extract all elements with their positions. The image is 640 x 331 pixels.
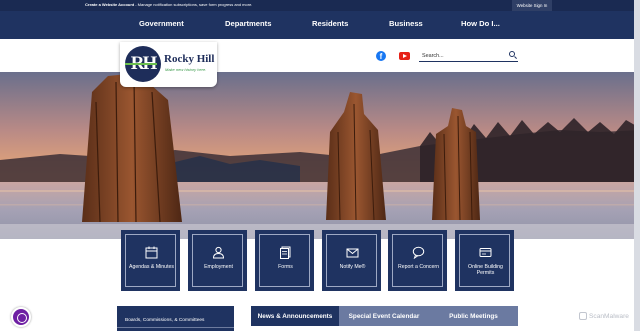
- quick-link-notify-me[interactable]: Notify Me®: [322, 230, 381, 291]
- search-box: [419, 49, 518, 62]
- logo-accent-stripe: [125, 63, 157, 65]
- scan-malware-badge[interactable]: ScanMalware: [589, 313, 629, 320]
- quick-link-building-permits[interactable]: Online Building Permits: [455, 230, 514, 291]
- logo-tagline: Make new history here.: [165, 67, 207, 72]
- tab-special-event-calendar[interactable]: Special Event Calendar: [339, 306, 429, 326]
- nav-item-residents[interactable]: Residents: [312, 19, 348, 28]
- quick-link-frame: Notify Me®: [326, 234, 377, 287]
- quick-link-frame: Agendas & Minutes: [125, 234, 176, 287]
- quick-link-frame: Employment: [192, 234, 243, 287]
- site-header: [0, 39, 640, 72]
- quick-link-report-concern[interactable]: Report a Concern: [388, 230, 447, 291]
- quick-link-label: Online Building Permits: [468, 264, 503, 276]
- nav-item-government[interactable]: Government: [139, 19, 184, 28]
- facebook-icon[interactable]: f: [376, 51, 386, 61]
- hero-image: [0, 72, 640, 239]
- accessibility-button[interactable]: [11, 307, 31, 327]
- create-account-link[interactable]: Create a Website Account - Manage notifi…: [85, 2, 252, 7]
- site-logo[interactable]: RH Rocky Hill Make new history here.: [120, 42, 217, 87]
- chat-bubble-icon: [412, 246, 425, 259]
- hero-river-pilings-illustration: [0, 72, 640, 239]
- quick-link-forms[interactable]: Forms: [255, 230, 314, 291]
- nav-item-business[interactable]: Business: [389, 19, 423, 28]
- logo-name: Rocky Hill: [164, 53, 215, 65]
- shield-icon: [579, 312, 587, 320]
- tab-public-meetings[interactable]: Public Meetings: [429, 306, 518, 326]
- tab-news-announcements[interactable]: News & Announcements: [251, 306, 339, 326]
- search-icon[interactable]: [509, 51, 515, 57]
- quick-link-label: Report a Concern: [398, 264, 439, 270]
- create-account-description: - Manage notification subscriptions, sav…: [134, 2, 253, 7]
- nav-item-departments[interactable]: Departments: [225, 19, 271, 28]
- divider: [117, 327, 234, 328]
- nav-item-how-do-i[interactable]: How Do I...: [461, 19, 500, 28]
- quick-link-label: Agendas & Minutes: [129, 264, 174, 270]
- boards-commissions-link[interactable]: Boards, Commissions, & Committees: [125, 318, 204, 323]
- documents-icon: [280, 246, 291, 259]
- quick-link-label: Employment: [204, 264, 233, 270]
- envelope-icon: [346, 248, 359, 258]
- person-icon: [212, 246, 225, 259]
- quick-link-label: Notify Me®: [339, 264, 366, 270]
- sign-in-button[interactable]: Website Sign In: [512, 0, 552, 11]
- quick-link-frame: Forms: [259, 234, 310, 287]
- card-icon: [479, 248, 492, 257]
- search-input[interactable]: [422, 50, 502, 61]
- scrollbar[interactable]: [634, 0, 640, 331]
- quick-link-frame: Online Building Permits: [459, 234, 510, 287]
- quick-link-agendas[interactable]: Agendas & Minutes: [121, 230, 180, 291]
- calendar-icon: [145, 246, 158, 259]
- page: Create a Website Account - Manage notifi…: [0, 0, 640, 331]
- quick-link-label: Forms: [278, 264, 293, 270]
- boards-menu: Boards, Commissions, & Committees: [117, 306, 234, 331]
- utility-bar: Create a Website Account - Manage notifi…: [0, 0, 640, 11]
- create-account-title[interactable]: Create a Website Account: [85, 2, 134, 7]
- quick-link-employment[interactable]: Employment: [188, 230, 247, 291]
- quick-link-frame: Report a Concern: [392, 234, 443, 287]
- youtube-icon[interactable]: [399, 52, 410, 60]
- main-nav: Government Departments Residents Busines…: [0, 11, 640, 39]
